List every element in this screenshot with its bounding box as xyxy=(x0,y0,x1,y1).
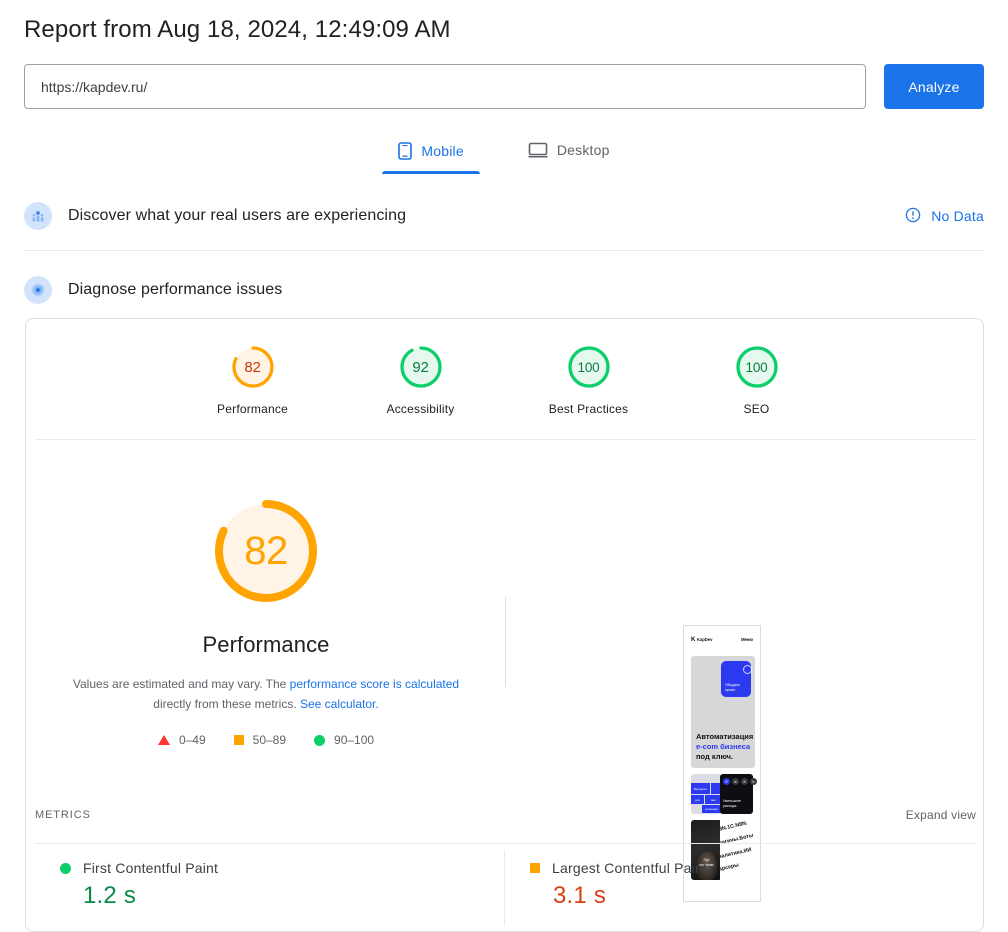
thumb-cta-line2: проект xyxy=(725,688,740,693)
gauge-accessibility[interactable]: 92 Accessibility xyxy=(380,343,462,416)
gauge-performance[interactable]: 82 Performance xyxy=(212,343,294,416)
performance-summary: 82 Performance Values are estimated and … xyxy=(26,440,983,792)
thumb-hero: Обсудить проект Автоматизация e-com бизн… xyxy=(691,656,755,768)
score-legend: 0–49 50–89 90–100 xyxy=(158,733,374,747)
metrics-list: First Contentful Paint 1.2 s Largest Con… xyxy=(35,844,976,932)
gauge-ring-performance: 82 xyxy=(229,343,277,391)
tab-desktop-label: Desktop xyxy=(557,142,610,158)
big-gauge-ring: 82 xyxy=(207,492,325,610)
status-circle-icon xyxy=(60,863,71,874)
gauge-label-best-practices: Best Practices xyxy=(548,402,630,416)
tab-mobile-label: Mobile xyxy=(421,143,463,159)
thumb-integration-icons: ₽ a ✕ b xyxy=(723,778,757,785)
metric-header-fcp: First Contentful Paint xyxy=(60,860,505,876)
thumb-icon-a: a xyxy=(732,778,739,785)
score-description: Values are estimated and may vary. The p… xyxy=(70,674,462,714)
gauge-ring-accessibility: 92 xyxy=(397,343,445,391)
url-input[interactable] xyxy=(24,64,866,109)
see-calculator-link[interactable]: See calculator. xyxy=(300,697,379,711)
expand-view-button[interactable]: Expand view xyxy=(906,808,976,822)
no-data-status[interactable]: No Data xyxy=(905,207,984,226)
thumb-icon-x: ✕ xyxy=(741,778,748,785)
page-title: Report from Aug 18, 2024, 12:49:09 AM xyxy=(24,16,451,44)
users-chart-icon xyxy=(24,202,52,230)
thumb-logo: K KapDev xyxy=(691,637,712,643)
gauge-ring-best-practices: 100 xyxy=(565,343,613,391)
thumb-headline-line1: Автоматизация xyxy=(696,732,753,742)
metric-value-lcp: 3.1 s xyxy=(553,882,975,910)
thumb-grid-w1: Выгодное xyxy=(691,783,710,794)
metric-first-contentful-paint[interactable]: First Contentful Paint 1.2 s xyxy=(35,844,505,932)
metric-header-lcp: Largest Contentful Paint xyxy=(530,860,975,876)
gauge-value-accessibility: 92 xyxy=(397,343,445,391)
big-gauge-title: Performance xyxy=(202,632,329,658)
lighthouse-results-card: 82 Performance 92 Accessibility xyxy=(25,318,984,932)
section-lab-data: Diagnose performance issues xyxy=(24,272,984,308)
speedometer-icon xyxy=(24,276,52,304)
legend-range-good: 90–100 xyxy=(334,733,374,747)
metric-name-fcp: First Contentful Paint xyxy=(83,860,218,876)
section-divider xyxy=(24,250,984,251)
thumb-headline: Автоматизация e-com бизнеса под ключ. xyxy=(696,732,753,762)
desc-part-2: directly from these metrics. xyxy=(153,697,300,711)
legend-range-average: 50–89 xyxy=(253,733,286,747)
section-field-data-title: Discover what your real users are experi… xyxy=(68,207,406,225)
thumb-headline-line2: e-com бизнеса xyxy=(696,742,753,752)
metrics-heading: METRICS xyxy=(35,809,91,821)
legend-range-poor: 0–49 xyxy=(179,733,206,747)
thumb-headline-line3: под ключ. xyxy=(696,752,753,762)
thumb-menu: Меню xyxy=(741,637,753,642)
gauge-value-performance: 82 xyxy=(229,343,277,391)
desktop-icon xyxy=(528,142,548,158)
big-gauge-column: 82 Performance Values are estimated and … xyxy=(26,440,506,792)
legend-item-poor: 0–49 xyxy=(158,733,206,747)
tab-desktop[interactable]: Desktop xyxy=(512,134,626,172)
big-gauge-value: 82 xyxy=(207,492,325,610)
gauge-label-seo: SEO xyxy=(716,402,798,416)
gauge-ring-seo: 100 xyxy=(733,343,781,391)
section-lab-data-title: Diagnose performance issues xyxy=(68,281,282,299)
circle-icon xyxy=(314,735,325,746)
url-form: Analyze xyxy=(24,64,984,110)
thumb-icon-b: b xyxy=(750,778,757,785)
thumb-grid-w2: для xyxy=(691,795,704,804)
thumb-cta-text: Обсудить проект xyxy=(725,683,740,693)
desc-part-1: Values are estimated and may vary. The xyxy=(73,677,290,691)
thumb-slant-line1: N8N.1C.N8N. xyxy=(720,820,748,833)
thumb-logo-text: KapDev xyxy=(697,637,713,642)
gauge-seo[interactable]: 100 SEO xyxy=(716,343,798,416)
metric-largest-contentful-paint[interactable]: Largest Contentful Paint 3.1 s xyxy=(505,844,975,932)
gauge-value-best-practices: 100 xyxy=(565,343,613,391)
analyze-button[interactable]: Analyze xyxy=(884,64,984,109)
performance-score-link[interactable]: performance score is calculated xyxy=(290,677,459,691)
category-gauges: 82 Performance 92 Accessibility xyxy=(26,319,983,439)
triangle-icon xyxy=(158,735,170,745)
legend-item-average: 50–89 xyxy=(234,733,286,747)
info-circle-icon xyxy=(905,207,921,226)
metric-value-fcp: 1.2 s xyxy=(83,882,505,910)
gauge-value-seo: 100 xyxy=(733,343,781,391)
square-icon xyxy=(234,735,244,745)
device-tabs: Mobile Desktop xyxy=(0,134,1008,174)
thumb-logo-mark: K xyxy=(691,637,695,643)
section-field-data: Discover what your real users are experi… xyxy=(24,198,984,234)
pagespeed-report-page: Report from Aug 18, 2024, 12:49:09 AM An… xyxy=(0,0,1008,932)
tab-mobile[interactable]: Mobile xyxy=(382,134,479,174)
legend-item-good: 90–100 xyxy=(314,733,374,747)
metric-name-lcp: Largest Contentful Paint xyxy=(552,860,707,876)
no-data-label: No Data xyxy=(931,208,984,224)
metrics-header: METRICS Expand view xyxy=(35,808,976,822)
thumb-icon-ruble: ₽ xyxy=(723,778,730,785)
thumb-cta-card: Обсудить проект xyxy=(721,661,751,697)
thumb-cta-circle-icon xyxy=(743,665,752,674)
vertical-divider xyxy=(505,597,506,687)
gauge-best-practices[interactable]: 100 Best Practices xyxy=(548,343,630,416)
gauge-label-accessibility: Accessibility xyxy=(380,402,462,416)
thumb-nav: K KapDev Меню xyxy=(684,626,760,653)
status-square-icon xyxy=(530,863,540,873)
mobile-icon xyxy=(398,142,412,160)
gauge-label-performance: Performance xyxy=(212,402,294,416)
